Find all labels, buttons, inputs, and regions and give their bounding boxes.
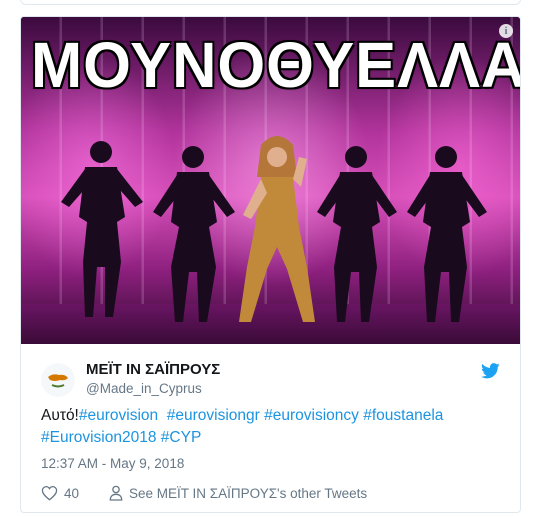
page: ΜΟΥΝΟΘΥΕΛΛΑ i ΜΕΪΤ ΙΝ ΣΑΪΠΡΟΥΣ @Made_in_…	[0, 0, 540, 517]
meme-banner-text: ΜΟΥΝΟΘΥΕΛΛΑ	[30, 29, 520, 101]
performer-silhouette	[407, 146, 487, 322]
performer-silhouette	[61, 141, 143, 317]
tweet-text-prefix: Αυτό!	[41, 407, 79, 424]
heart-icon[interactable]	[41, 485, 58, 501]
tweet-timestamp[interactable]: 12:37 AM - May 9, 2018	[41, 456, 184, 471]
tweet-author-row: ΜΕΪΤ ΙΝ ΣΑΪΠΡΟΥΣ @Made_in_Cyprus	[21, 344, 520, 400]
tweet-media-image[interactable]: ΜΟΥΝΟΘΥΕΛΛΑ i	[21, 17, 520, 344]
person-icon	[109, 485, 123, 501]
hashtag-link[interactable]: #eurovisioncy	[264, 407, 359, 424]
hashtag-link[interactable]: #eurovision	[79, 407, 158, 424]
twitter-bird-icon[interactable]	[481, 363, 500, 379]
previous-tweet-card-edge	[20, 0, 521, 5]
performer-silhouette	[317, 146, 397, 322]
hashtag-link[interactable]: #foustanela	[363, 407, 443, 424]
info-icon[interactable]: i	[499, 24, 513, 38]
cyprus-flag-icon	[41, 363, 75, 397]
author-display-name[interactable]: ΜΕΪΤ ΙΝ ΣΑΪΠΡΟΥΣ	[86, 361, 220, 378]
like-count[interactable]: 40	[64, 486, 79, 501]
see-other-tweets-link[interactable]: See ΜΕΪΤ ΙΝ ΣΑΪΠΡΟΥΣ's other Tweets	[129, 486, 367, 501]
hashtag-link[interactable]: #Eurovision2018	[41, 429, 156, 446]
author-handle[interactable]: @Made_in_Cyprus	[86, 381, 202, 396]
cyprus-flag-avatar[interactable]	[41, 363, 75, 397]
hashtag-link[interactable]: #eurovisiongr	[167, 407, 260, 424]
embedded-tweet-card: ΜΟΥΝΟΘΥΕΛΛΑ i ΜΕΪΤ ΙΝ ΣΑΪΠΡΟΥΣ @Made_in_…	[20, 16, 521, 513]
performer-silhouette	[153, 146, 235, 322]
lead-performer-silhouette	[239, 136, 315, 322]
hashtag-link[interactable]: #CYP	[161, 429, 202, 446]
tweet-body-text: Αυτό!#eurovision #eurovisiongr #eurovisi…	[41, 405, 501, 449]
